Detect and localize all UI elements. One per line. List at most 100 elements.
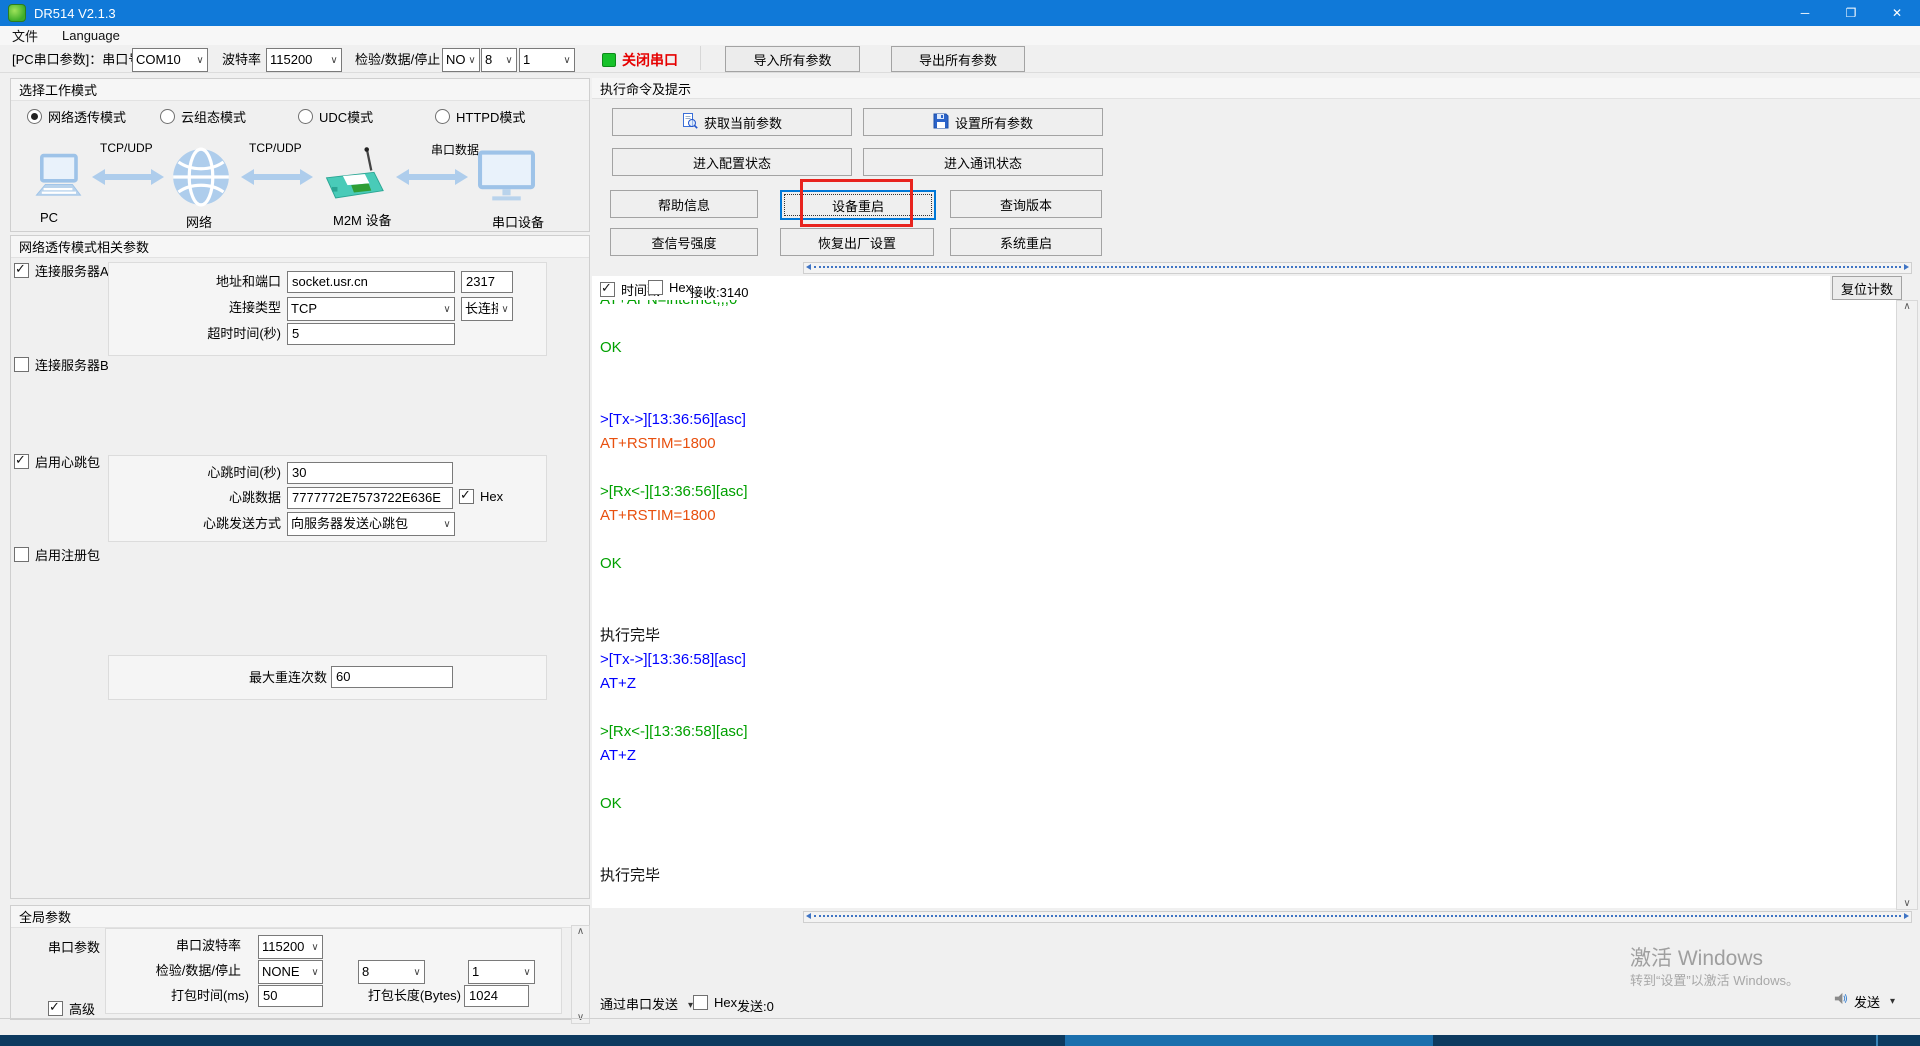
- scroll-right-icon[interactable]: [1904, 264, 1909, 270]
- parity-select[interactable]: NONE∨: [442, 48, 480, 72]
- pack-time-input[interactable]: 50: [258, 985, 323, 1007]
- scroll-left-icon[interactable]: [806, 913, 811, 919]
- checkbox-icon: [693, 995, 708, 1010]
- log-line: >[Rx<-][13:36:58][asc]: [600, 723, 748, 740]
- left-panel-scrollbar[interactable]: ∧ ∨: [571, 925, 590, 1024]
- menu-file[interactable]: 文件: [0, 26, 50, 45]
- timeout-input[interactable]: 5: [287, 323, 455, 345]
- arrow-icon: [394, 169, 470, 190]
- log-vertical-scrollbar[interactable]: ∧ ∨: [1896, 300, 1918, 910]
- keep-type-select[interactable]: 长连接 ∨: [461, 297, 513, 321]
- advanced-checkbox[interactable]: 高级: [48, 999, 95, 1018]
- enter-comm-state-button[interactable]: 进入通讯状态: [863, 148, 1103, 176]
- scrollbar-track[interactable]: [814, 266, 1901, 268]
- send-hex-checkbox[interactable]: Hex: [693, 995, 737, 1010]
- enter-config-state-button[interactable]: 进入配置状态: [612, 148, 852, 176]
- button-label: 系统重启: [999, 235, 1052, 251]
- baud-label: 波特率: [222, 52, 262, 67]
- save-icon: [933, 113, 949, 132]
- scroll-down-icon[interactable]: ∨: [1903, 898, 1910, 909]
- conn-type-label: 连接类型: [228, 300, 281, 315]
- query-signal-button[interactable]: 查信号强度: [610, 228, 758, 256]
- scroll-right-icon[interactable]: [1904, 913, 1909, 919]
- hb-time-input[interactable]: 30: [287, 462, 453, 484]
- close-button[interactable]: ✕: [1874, 0, 1920, 26]
- import-params-button[interactable]: 导入所有参数: [725, 46, 860, 72]
- button-label: 查询版本: [999, 197, 1052, 213]
- stopbits-select[interactable]: 1 ∨: [519, 48, 575, 72]
- query-version-button[interactable]: 查询版本: [950, 190, 1102, 218]
- hb-data-input[interactable]: 7777772E7573722E636E: [287, 487, 453, 509]
- activate-windows-watermark: 激活 Windows: [1630, 947, 1764, 970]
- send-button[interactable]: 发送 ▾: [1833, 991, 1895, 1011]
- button-label: 获取当前参数: [703, 115, 782, 131]
- hb-hex-checkbox[interactable]: Hex: [459, 487, 503, 504]
- help-info-button[interactable]: 帮助信息: [610, 190, 758, 218]
- scroll-left-icon[interactable]: [806, 264, 811, 270]
- minimize-button[interactable]: ─: [1782, 0, 1828, 26]
- g-stopbits-select[interactable]: 1 ∨: [468, 960, 535, 984]
- hb-mode-label: 心跳发送方式: [202, 516, 281, 531]
- timeout-label: 超时时间(秒): [207, 326, 281, 341]
- reset-count-button[interactable]: 复位计数: [1832, 276, 1902, 300]
- send-via-serial-dropdown[interactable]: 通过串口发送 ▾: [600, 993, 693, 1017]
- chevron-down-icon: ▾: [1890, 995, 1896, 1007]
- g-baud-select[interactable]: 115200 ∨: [258, 935, 323, 959]
- get-current-params-button[interactable]: 获取当前参数: [612, 108, 852, 136]
- radio-label: 云组态模式: [181, 110, 247, 125]
- export-params-button[interactable]: 导出所有参数: [891, 46, 1025, 72]
- scroll-up-icon[interactable]: ∧: [577, 926, 584, 937]
- factory-reset-button[interactable]: 恢复出厂设置: [780, 228, 934, 256]
- baud-select[interactable]: 115200 ∨: [266, 48, 342, 72]
- network-globe-icon: [171, 146, 231, 213]
- window-title: DR514 V2.1.3: [34, 5, 116, 21]
- server-a-checkbox[interactable]: 连接服务器A: [14, 261, 109, 280]
- taskbar-active-segment[interactable]: [1065, 1035, 1433, 1046]
- button-label: 进入配置状态: [692, 155, 771, 171]
- scrollbar-track[interactable]: [814, 915, 1901, 917]
- databits-select[interactable]: 8 ∨: [481, 48, 517, 72]
- checkbox-icon: [648, 280, 663, 295]
- system-restart-button[interactable]: 系统重启: [950, 228, 1102, 256]
- title-bar: DR514 V2.1.3 ─ ❐ ✕: [0, 0, 1920, 26]
- link-label-tcpudp-1: TCP/UDP: [100, 141, 153, 155]
- log-bottom-scrollbar[interactable]: [803, 911, 1912, 923]
- log-line: >[Tx->][13:36:58][asc]: [600, 651, 746, 668]
- log-output[interactable]: AT+APN=internet,,,0 OK >[Tx->][13:36:56][a…: [592, 300, 1896, 908]
- set-all-params-button[interactable]: 设置所有参数: [863, 108, 1103, 136]
- link-label-serial-data: 串口数据: [431, 143, 480, 157]
- reconnect-input[interactable]: 60: [331, 666, 453, 688]
- heartbeat-checkbox[interactable]: 启用心跳包: [14, 452, 100, 471]
- close-port-button[interactable]: 关闭串口: [602, 50, 678, 70]
- advanced-label: 高级: [69, 1002, 96, 1017]
- radio-net-transparent[interactable]: 网络透传模式: [27, 107, 126, 126]
- g-databits-select[interactable]: 8 ∨: [358, 960, 425, 984]
- radio-udc[interactable]: UDC模式: [298, 107, 373, 126]
- activate-windows-watermark-sub: 转到“设置”以激活 Windows。: [1630, 973, 1800, 988]
- radio-icon: [160, 109, 175, 124]
- log-line: OK: [600, 795, 622, 812]
- server-addr-input[interactable]: socket.usr.cn: [287, 271, 455, 293]
- server-b-checkbox[interactable]: 连接服务器B: [14, 355, 109, 374]
- g-parity-select[interactable]: NONE ∨: [258, 960, 323, 984]
- radio-httpd[interactable]: HTTPD模式: [435, 107, 525, 126]
- server-a-label: 连接服务器A: [35, 264, 109, 279]
- hb-mode-select[interactable]: 向服务器发送心跳包 ∨: [287, 512, 455, 536]
- pack-len-input[interactable]: 1024: [464, 985, 529, 1007]
- send-button-label: 发送: [1854, 994, 1881, 1010]
- taskbar[interactable]: [0, 1035, 1920, 1046]
- net-params-title: 网络透传模式相关参数: [11, 236, 589, 258]
- conn-type-select[interactable]: TCP ∨: [287, 297, 455, 321]
- log-line: 执行完毕: [600, 867, 661, 884]
- com-port-select[interactable]: COM10 ∨: [132, 48, 208, 72]
- log-top-scrollbar[interactable]: [803, 262, 1912, 274]
- log-hex-checkbox[interactable]: Hex: [648, 280, 692, 295]
- maximize-button[interactable]: ❐: [1828, 0, 1874, 26]
- server-port-input[interactable]: 2317: [461, 271, 513, 293]
- register-checkbox[interactable]: 启用注册包: [14, 545, 100, 564]
- log-line: AT+APN=internet,,,0: [600, 300, 1896, 312]
- radio-cloud[interactable]: 云组态模式: [160, 107, 246, 126]
- scroll-up-icon[interactable]: ∧: [1903, 301, 1910, 312]
- menu-language[interactable]: Language: [50, 28, 132, 43]
